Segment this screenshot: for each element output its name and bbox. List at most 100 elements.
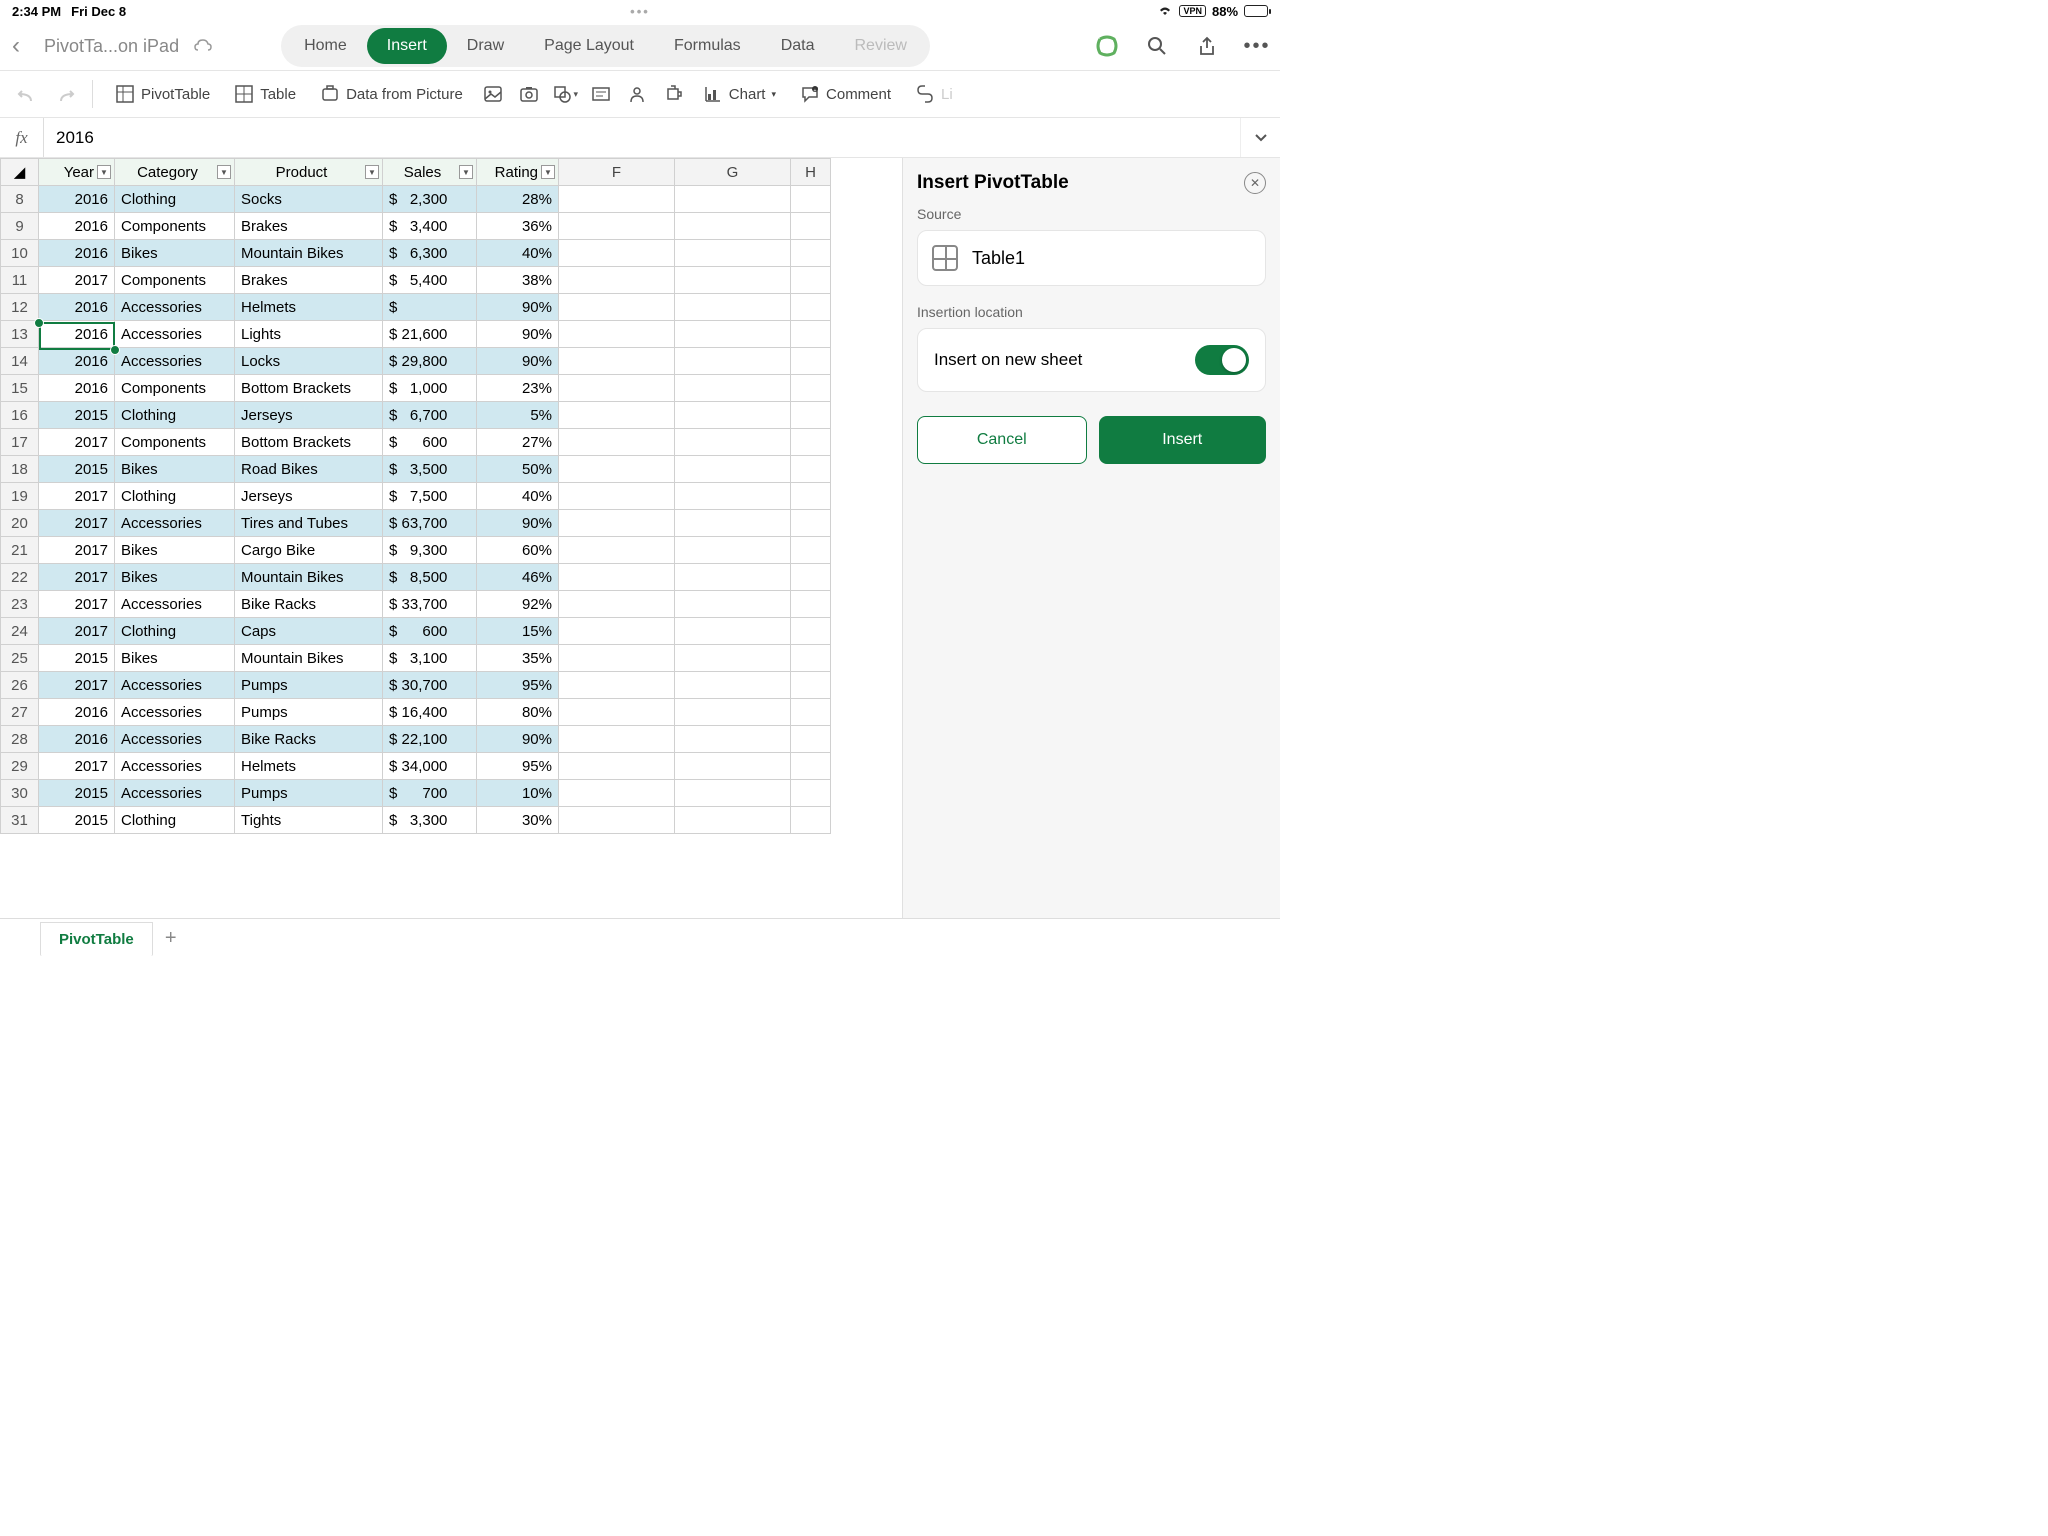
cell-sales[interactable]: $ 9,300 <box>383 537 477 564</box>
cell-empty[interactable] <box>791 348 831 375</box>
header-product[interactable]: Product▼ <box>235 159 383 186</box>
cell-sales[interactable]: $ 63,700 <box>383 510 477 537</box>
cell-year[interactable]: 2016 <box>39 186 115 213</box>
cell-category[interactable]: Accessories <box>115 591 235 618</box>
cell-empty[interactable] <box>791 807 831 834</box>
cell-empty[interactable] <box>675 672 791 699</box>
cell-year[interactable]: 2017 <box>39 537 115 564</box>
column-h[interactable]: H <box>791 159 831 186</box>
cell-rating[interactable]: 5% <box>477 402 559 429</box>
more-icon[interactable]: ••• <box>1246 35 1268 57</box>
back-button[interactable]: ‹ <box>12 32 36 60</box>
cell-year[interactable]: 2017 <box>39 618 115 645</box>
row-header[interactable]: 20 <box>1 510 39 537</box>
add-sheet-button[interactable]: + <box>153 927 189 950</box>
cell-sales[interactable]: $ 6,300 <box>383 240 477 267</box>
cell-rating[interactable]: 28% <box>477 186 559 213</box>
cell-category[interactable]: Components <box>115 375 235 402</box>
cell-empty[interactable] <box>791 213 831 240</box>
cell-category[interactable]: Accessories <box>115 510 235 537</box>
cell-empty[interactable] <box>675 240 791 267</box>
cell-rating[interactable]: 40% <box>477 483 559 510</box>
cell-category[interactable]: Clothing <box>115 807 235 834</box>
row-header[interactable]: 11 <box>1 267 39 294</box>
cell-empty[interactable] <box>791 645 831 672</box>
cell-empty[interactable] <box>559 537 675 564</box>
cell-empty[interactable] <box>559 726 675 753</box>
cell-category[interactable]: Accessories <box>115 672 235 699</box>
cell-rating[interactable]: 60% <box>477 537 559 564</box>
cell-empty[interactable] <box>559 186 675 213</box>
cell-product[interactable]: Socks <box>235 186 383 213</box>
undo-button[interactable] <box>12 78 44 110</box>
cell-empty[interactable] <box>675 807 791 834</box>
cell-empty[interactable] <box>791 672 831 699</box>
cell-sales[interactable]: $ 34,000 <box>383 753 477 780</box>
cell-year[interactable]: 2017 <box>39 483 115 510</box>
cell-sales[interactable]: $ 33,700 <box>383 591 477 618</box>
cloud-sync-icon[interactable] <box>193 38 213 54</box>
cell-year[interactable]: 2017 <box>39 510 115 537</box>
tab-page-layout[interactable]: Page Layout <box>524 28 654 64</box>
cell-sales[interactable]: $ 1,000 <box>383 375 477 402</box>
cell-rating[interactable]: 38% <box>477 267 559 294</box>
cell-product[interactable]: Bottom Brackets <box>235 375 383 402</box>
cell-rating[interactable]: 80% <box>477 699 559 726</box>
cell-category[interactable]: Bikes <box>115 456 235 483</box>
filter-year-icon[interactable]: ▼ <box>97 165 111 179</box>
cell-rating[interactable]: 92% <box>477 591 559 618</box>
cell-product[interactable]: Pumps <box>235 699 383 726</box>
cell-sales[interactable]: $ 16,400 <box>383 699 477 726</box>
cell-rating[interactable]: 50% <box>477 456 559 483</box>
row-header[interactable]: 21 <box>1 537 39 564</box>
cell-product[interactable]: Helmets <box>235 294 383 321</box>
cell-empty[interactable] <box>675 456 791 483</box>
cell-category[interactable]: Accessories <box>115 753 235 780</box>
row-header[interactable]: 12 <box>1 294 39 321</box>
cell-empty[interactable] <box>675 753 791 780</box>
filter-rating-icon[interactable]: ▼ <box>541 165 555 179</box>
cell-empty[interactable] <box>559 753 675 780</box>
cell-year[interactable]: 2016 <box>39 213 115 240</box>
cell-rating[interactable]: 95% <box>477 753 559 780</box>
cell-product[interactable]: Locks <box>235 348 383 375</box>
cell-empty[interactable] <box>559 375 675 402</box>
cell-rating[interactable]: 90% <box>477 726 559 753</box>
cell-empty[interactable] <box>559 645 675 672</box>
cell-year[interactable]: 2016 <box>39 348 115 375</box>
cell-empty[interactable] <box>791 483 831 510</box>
cell-rating[interactable]: 90% <box>477 348 559 375</box>
cell-empty[interactable] <box>675 510 791 537</box>
cell-product[interactable]: Cargo Bike <box>235 537 383 564</box>
row-header[interactable]: 31 <box>1 807 39 834</box>
cell-empty[interactable] <box>791 726 831 753</box>
cell-empty[interactable] <box>675 699 791 726</box>
cell-empty[interactable] <box>675 726 791 753</box>
row-header[interactable]: 27 <box>1 699 39 726</box>
cell-rating[interactable]: 10% <box>477 780 559 807</box>
document-title[interactable]: PivotTa...on iPad <box>44 36 179 57</box>
cell-year[interactable]: 2017 <box>39 753 115 780</box>
cell-category[interactable]: Accessories <box>115 726 235 753</box>
cell-empty[interactable] <box>559 510 675 537</box>
cell-empty[interactable] <box>791 456 831 483</box>
cell-product[interactable]: Jerseys <box>235 402 383 429</box>
cell-category[interactable]: Bikes <box>115 240 235 267</box>
cell-sales[interactable]: $ 3,500 <box>383 456 477 483</box>
row-header[interactable]: 22 <box>1 564 39 591</box>
cell-empty[interactable] <box>791 618 831 645</box>
cell-product[interactable]: Bottom Brackets <box>235 429 383 456</box>
cell-empty[interactable] <box>675 537 791 564</box>
cell-rating[interactable]: 90% <box>477 294 559 321</box>
cell-product[interactable]: Bike Racks <box>235 726 383 753</box>
cell-sales[interactable]: $ 2,300 <box>383 186 477 213</box>
row-header[interactable]: 26 <box>1 672 39 699</box>
tab-data[interactable]: Data <box>761 28 835 64</box>
cell-empty[interactable] <box>675 645 791 672</box>
cell-year[interactable]: 2017 <box>39 429 115 456</box>
insert-new-sheet-toggle[interactable] <box>1195 345 1249 375</box>
cell-product[interactable]: Road Bikes <box>235 456 383 483</box>
header-rating[interactable]: Rating▼ <box>477 159 559 186</box>
link-button[interactable]: Li <box>905 78 963 110</box>
cell-year[interactable]: 2016 <box>39 294 115 321</box>
